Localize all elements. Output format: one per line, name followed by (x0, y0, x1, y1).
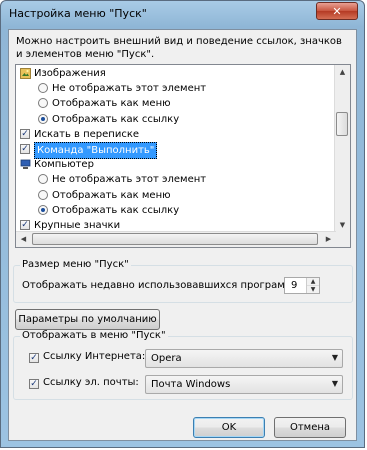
scroll-right-arrow-icon[interactable]: ▶ (321, 235, 336, 243)
list-item[interactable]: Компьютер (16, 157, 334, 172)
ok-button[interactable]: OK (193, 417, 265, 438)
list-item[interactable]: Отображать как ссылку (16, 112, 334, 127)
vertical-scrollbar[interactable]: ▲ ▼ (334, 65, 350, 232)
option-radio[interactable] (38, 98, 48, 109)
list-item[interactable]: ✓ Искать в переписке (16, 127, 334, 142)
list-item[interactable]: Отображать как ссылку (16, 203, 334, 218)
email-link-label[interactable]: Ссылку эл. почты: (43, 377, 139, 388)
horizontal-scroll-thumb[interactable] (32, 233, 318, 245)
horizontal-scrollbar[interactable]: ◀ ▶ (16, 231, 336, 247)
option-radio[interactable] (38, 113, 48, 124)
dialog-client-area: Можно настроить внешний вид и поведение … (8, 29, 357, 441)
internet-link-label[interactable]: Ссылку Интернета: (43, 351, 145, 362)
list-item-label: Отображать как ссылку (52, 204, 180, 216)
list-item-label: Изображения (34, 68, 106, 79)
list-item[interactable]: Изображения (16, 66, 334, 81)
stepper-up-icon[interactable]: ▲ (307, 278, 319, 286)
menu-size-group-label: Размер меню "Пуск" (20, 259, 131, 270)
description-text: Можно настроить внешний вид и поведение … (16, 36, 342, 60)
scroll-down-arrow-icon[interactable]: ▼ (335, 221, 350, 229)
recent-programs-stepper[interactable]: 9 ▲ ▼ (284, 277, 320, 294)
list-item[interactable]: Не отображать этот элемент (16, 172, 334, 187)
list-item-label: Искать в переписке (34, 128, 140, 140)
title-bar[interactable]: Настройка меню "Пуск" ✕ (1, 1, 364, 29)
list-item-label: Отображать как ссылку (52, 113, 180, 125)
list-item-label: Отображать как меню (52, 98, 171, 110)
internet-browser-select[interactable]: Opera ▼ (145, 349, 343, 368)
option-checkbox[interactable]: ✓ (20, 144, 30, 154)
option-checkbox[interactable]: ✓ (20, 220, 30, 230)
chevron-down-icon: ▼ (331, 379, 338, 388)
internet-browser-value: Opera (151, 353, 182, 364)
list-item-label: Не отображать этот элемент (52, 83, 207, 95)
recent-programs-value[interactable]: 9 (291, 280, 297, 291)
list-item-label: Отображать как меню (52, 189, 171, 201)
pictures-folder-icon (20, 68, 31, 79)
list-item[interactable]: Отображать как меню (16, 188, 334, 203)
close-button[interactable]: ✕ (316, 2, 358, 20)
start-menu-options-list[interactable]: Изображения Не отображать этот элемент Ото… (15, 64, 351, 248)
option-radio[interactable] (38, 204, 48, 215)
recent-programs-label: Отображать недавно использовавшихся прог… (22, 280, 296, 291)
show-in-menu-group-label: Отображать в меню "Пуск" (20, 330, 168, 341)
close-icon: ✕ (332, 4, 342, 18)
window-title: Настройка меню "Пуск" (9, 7, 147, 20)
restore-defaults-button[interactable]: Параметры по умолчанию (15, 309, 160, 330)
chevron-down-icon: ▼ (331, 353, 338, 362)
vertical-scroll-thumb[interactable] (336, 112, 348, 136)
scroll-left-arrow-icon[interactable]: ◀ (16, 235, 31, 243)
cancel-button[interactable]: Отмена (274, 417, 346, 438)
list-item-label: Не отображать этот элемент (52, 174, 207, 186)
list-item[interactable]: Не отображать этот элемент (16, 81, 334, 96)
option-radio[interactable] (38, 174, 48, 185)
list-item[interactable]: Отображать как меню (16, 96, 334, 111)
show-in-menu-group: Отображать в меню "Пуск" ✓ Ссылку Интерн… (13, 330, 353, 400)
list-item-label: Компьютер (34, 159, 94, 171)
email-client-select[interactable]: Почта Windows ▼ (145, 375, 343, 394)
scroll-corner (335, 232, 350, 247)
internet-link-checkbox[interactable]: ✓ (29, 353, 39, 363)
scroll-up-arrow-icon[interactable]: ▲ (335, 68, 350, 76)
list-item[interactable]: ✓ Команда "Выполнить" (16, 142, 334, 159)
email-link-checkbox[interactable]: ✓ (29, 379, 39, 389)
option-checkbox[interactable]: ✓ (20, 128, 30, 139)
email-client-value: Почта Windows (151, 379, 231, 390)
menu-size-group: Размер меню "Пуск" Отображать недавно ис… (13, 259, 353, 303)
option-radio[interactable] (38, 83, 48, 94)
stepper-down-icon[interactable]: ▼ (307, 286, 319, 293)
computer-icon (20, 159, 31, 170)
list-rows: Изображения Не отображать этот элемент Ото… (16, 65, 336, 233)
option-radio[interactable] (38, 189, 48, 200)
dialog-window: Настройка меню "Пуск" ✕ Можно настроить … (0, 0, 365, 448)
